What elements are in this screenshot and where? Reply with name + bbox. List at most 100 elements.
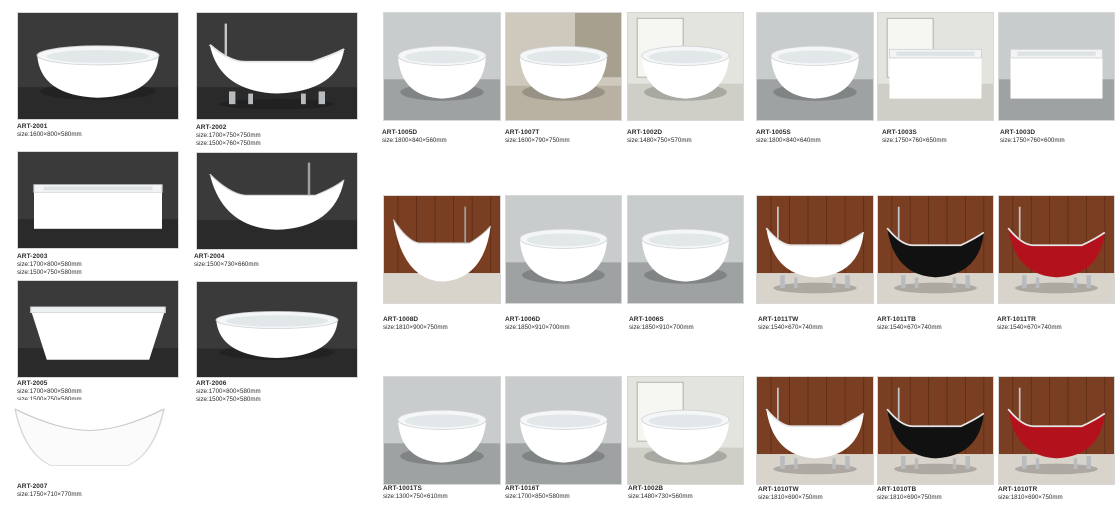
bathtub-illustration: [757, 377, 873, 484]
bathtub-illustration: [384, 13, 500, 120]
product-size: size:1750×710×770mm: [17, 491, 82, 498]
product-code: ART-2006: [196, 380, 227, 387]
product-code: ART-1006S: [629, 316, 664, 323]
bathtub-illustration: [878, 196, 993, 303]
product-photo[interactable]: [998, 376, 1115, 485]
product-code: ART-1007T: [505, 129, 540, 136]
product-size: size:1700×800×580mm: [17, 388, 82, 395]
product-size: size:1300×750×610mm: [383, 493, 448, 500]
bathtub-illustration: [757, 13, 873, 120]
product-photo[interactable]: [17, 280, 179, 378]
product-size: size:1750×760×650mm: [882, 137, 947, 144]
product-size: size:1700×750×750mm: [196, 132, 261, 139]
bathtub-illustration: [506, 196, 621, 303]
product-size: size:1700×800×580mm: [17, 261, 82, 268]
product-photo[interactable]: [196, 281, 358, 378]
product-code: ART-2007: [17, 483, 48, 490]
product-size: size:1800×840×560mm: [382, 137, 447, 144]
bathtub-illustration: [197, 282, 357, 377]
product-photo[interactable]: [756, 376, 874, 485]
product-size: size:1480×750×570mm: [627, 137, 692, 144]
product-code: ART-1006D: [505, 316, 541, 323]
product-code: ART-2003: [17, 253, 48, 260]
product-size: size:1540×670×740mm: [758, 324, 823, 331]
product-size: size:1810×690×750mm: [877, 494, 942, 501]
product-code: ART-1005D: [382, 129, 418, 136]
product-size: size:1700×800×580mm: [196, 388, 261, 395]
bathtub-illustration: [999, 377, 1114, 484]
bathtub-illustration: [506, 377, 621, 484]
product-photo[interactable]: [17, 151, 179, 249]
product-size: size:1800×840×640mm: [756, 137, 821, 144]
product-size: size:1480×730×560mm: [628, 493, 693, 500]
bathtub-illustration: [12, 400, 167, 476]
product-size: size:1810×690×750mm: [998, 494, 1063, 501]
product-size: size:1500×730×660mm: [194, 261, 259, 268]
product-photo[interactable]: [756, 12, 874, 121]
product-photo[interactable]: [12, 400, 167, 476]
product-photo[interactable]: [877, 195, 994, 304]
bathtub-illustration: [506, 13, 621, 120]
product-size: size:1540×670×740mm: [997, 324, 1062, 331]
bathtub-illustration: [18, 152, 178, 248]
product-code: ART-2001: [17, 123, 48, 130]
product-size: size:1810×900×750mm: [383, 324, 448, 331]
product-code: ART-1010TW: [758, 486, 799, 493]
bathtub-illustration: [384, 377, 500, 484]
bathtub-illustration: [878, 377, 993, 484]
product-code: ART-1002D: [627, 129, 663, 136]
bathtub-illustration: [18, 281, 178, 377]
product-code: ART-1010TB: [877, 486, 917, 493]
product-size: size:1810×690×750mm: [758, 494, 823, 501]
product-size: size:1700×850×580mm: [505, 493, 570, 500]
product-size: size:1600×800×580mm: [17, 131, 82, 138]
product-photo[interactable]: [383, 376, 501, 485]
product-photo[interactable]: [998, 12, 1115, 121]
product-code: ART-1001TS: [383, 485, 422, 492]
product-photo[interactable]: [505, 195, 622, 304]
product-photo[interactable]: [383, 12, 501, 121]
bathtub-illustration: [18, 13, 178, 119]
bathtub-illustration: [999, 196, 1114, 303]
product-photo[interactable]: [627, 195, 744, 304]
product-code: ART-1016T: [505, 485, 540, 492]
product-photo[interactable]: [627, 376, 744, 485]
product-photo[interactable]: [877, 12, 994, 121]
product-size: size:1850×910×700mm: [629, 324, 694, 331]
product-photo[interactable]: [627, 12, 744, 121]
product-code: ART-1011TW: [758, 316, 799, 323]
bathtub-illustration: [628, 377, 743, 484]
product-code: ART-1011TR: [997, 316, 1036, 323]
bathtub-illustration: [878, 13, 993, 120]
bathtub-illustration: [384, 196, 500, 303]
product-code: ART-2005: [17, 380, 48, 387]
bathtub-illustration: [197, 153, 357, 249]
product-size: size:1500×760×750mm: [196, 140, 261, 147]
product-size: size:1850×910×700mm: [505, 324, 570, 331]
product-photo[interactable]: [196, 152, 358, 250]
product-code: ART-1011TB: [877, 316, 916, 323]
product-photo[interactable]: [505, 12, 622, 121]
product-photo[interactable]: [877, 376, 994, 485]
product-photo[interactable]: [17, 12, 179, 120]
product-code: ART-2004: [194, 253, 225, 260]
product-photo[interactable]: [756, 195, 874, 304]
product-size: size:1500×750×580mm: [17, 269, 82, 276]
product-code: ART-1010TR: [998, 486, 1038, 493]
product-photo[interactable]: [505, 376, 622, 485]
product-size: size:1540×670×740mm: [877, 324, 942, 331]
product-photo[interactable]: [383, 195, 501, 304]
product-photo[interactable]: [196, 12, 358, 120]
product-code: ART-1003D: [1000, 129, 1036, 136]
product-photo[interactable]: [998, 195, 1115, 304]
bathtub-illustration: [999, 13, 1114, 120]
bathtub-illustration: [628, 13, 743, 120]
product-size: size:1600×790×750mm: [505, 137, 570, 144]
product-code: ART-1008D: [383, 316, 419, 323]
bathtub-illustration: [628, 196, 743, 303]
product-size: size:1750×760×600mm: [1000, 137, 1065, 144]
bathtub-illustration: [757, 196, 873, 303]
product-code: ART-1003S: [882, 129, 917, 136]
product-size: size:1500×750×580mm: [196, 396, 261, 403]
product-code: ART-2002: [196, 124, 227, 131]
